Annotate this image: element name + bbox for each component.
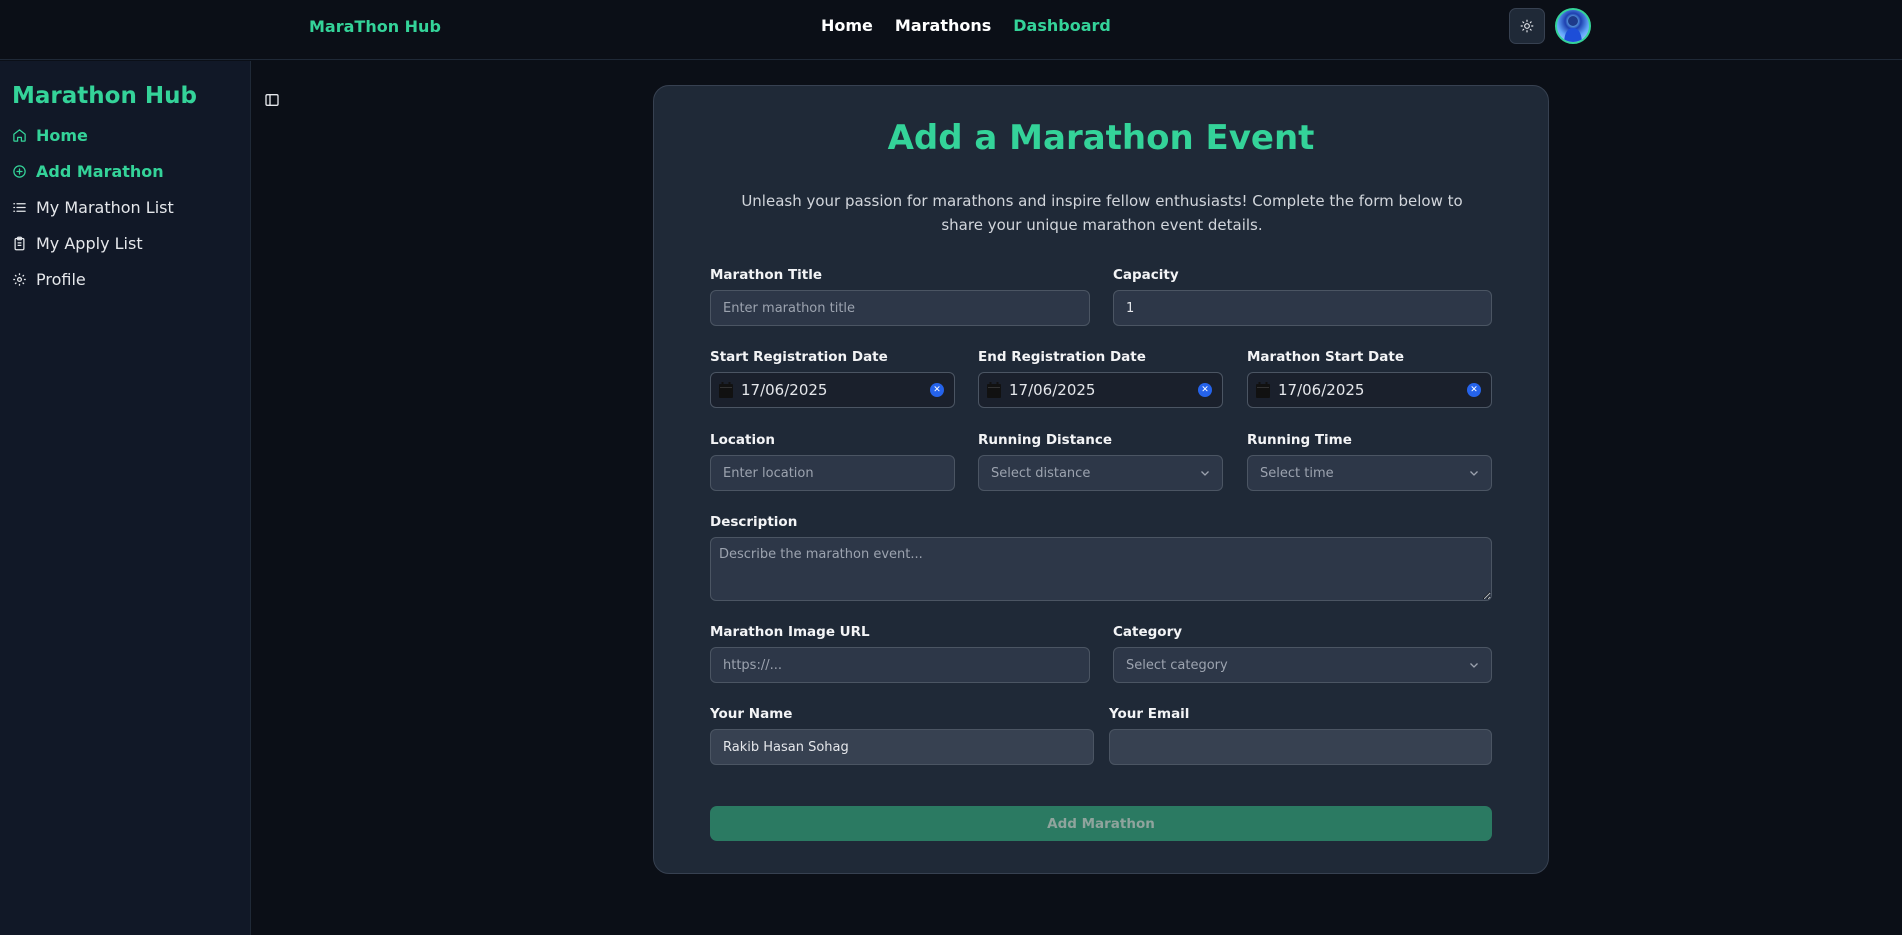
marathon-start-datepicker[interactable]: 17/06/2025 ✕ — [1247, 372, 1492, 408]
sidebar-item-my-marathon-list[interactable]: My Marathon List — [12, 198, 174, 217]
add-marathon-card: Add a Marathon Event Unleash your passio… — [653, 85, 1549, 874]
your-name-label: Your Name — [710, 706, 793, 722]
sun-icon — [1520, 19, 1534, 33]
list-icon — [13, 203, 26, 212]
end-registration-value: 17/06/2025 — [1009, 381, 1096, 399]
your-email-input[interactable] — [1109, 729, 1492, 765]
start-registration-value: 17/06/2025 — [741, 381, 828, 399]
running-distance-select[interactable]: Select distance — [978, 455, 1223, 491]
marathon-start-value: 17/06/2025 — [1278, 381, 1365, 399]
sidebar-item-add-marathon[interactable]: Add Marathon — [12, 162, 164, 181]
category-label: Category — [1113, 624, 1183, 640]
calendar-icon — [987, 382, 1001, 398]
your-name-input[interactable] — [710, 729, 1094, 765]
sidebar-item-label: Add Marathon — [36, 162, 164, 181]
sidebar-item-my-apply-list[interactable]: My Apply List — [12, 234, 143, 253]
running-time-select[interactable]: Select time — [1247, 455, 1492, 491]
avatar-figure-icon — [1564, 16, 1582, 42]
user-avatar[interactable] — [1555, 8, 1591, 44]
description-label: Description — [710, 514, 798, 530]
calendar-icon — [719, 382, 733, 398]
brand-logo[interactable]: MaraThon Hub — [309, 17, 441, 36]
home-icon — [13, 129, 26, 142]
sidebar-title: Marathon Hub — [12, 83, 197, 109]
nav-dashboard-link[interactable]: Dashboard — [1013, 16, 1111, 35]
page-subtitle: Unleash your passion for marathons and i… — [741, 192, 1463, 234]
description-textarea[interactable] — [710, 537, 1492, 601]
running-time-selected: Select time — [1260, 465, 1334, 481]
clear-date-icon[interactable]: ✕ — [1467, 383, 1481, 397]
calendar-icon — [1256, 382, 1270, 398]
start-registration-datepicker[interactable]: 17/06/2025 ✕ — [710, 372, 955, 408]
marathon-title-label: Marathon Title — [710, 267, 823, 283]
chevron-down-icon — [1470, 471, 1478, 476]
sidebar-item-profile[interactable]: Profile — [12, 270, 86, 289]
chevron-down-icon — [1201, 471, 1209, 476]
category-select[interactable]: Select category — [1113, 647, 1492, 683]
image-url-input[interactable] — [710, 647, 1090, 683]
clear-date-icon[interactable]: ✕ — [930, 383, 944, 397]
marathon-title-input[interactable] — [710, 290, 1090, 326]
clipboard-icon — [14, 236, 25, 251]
sidebar-item-home[interactable]: Home — [12, 126, 88, 145]
add-marathon-button[interactable]: Add Marathon — [710, 806, 1492, 841]
chevron-down-icon — [1470, 663, 1478, 668]
sidebar: Marathon Hub Home Add Marathon My Marath… — [0, 61, 251, 935]
end-registration-datepicker[interactable]: 17/06/2025 ✕ — [978, 372, 1223, 408]
sidebar-item-label: Home — [36, 126, 88, 145]
sidebar-item-label: My Marathon List — [36, 198, 174, 217]
plus-circle-icon — [13, 165, 26, 178]
nav-marathons-link[interactable]: Marathons — [895, 16, 991, 35]
top-navbar: MaraThon Hub Home Marathons Dashboard — [0, 0, 1902, 60]
page-title: Add a Marathon Event — [887, 118, 1315, 158]
your-email-label: Your Email — [1109, 706, 1190, 722]
capacity-label: Capacity — [1113, 267, 1179, 283]
sidebar-item-label: Profile — [36, 270, 86, 289]
capacity-input[interactable] — [1113, 290, 1492, 326]
start-registration-label: Start Registration Date — [710, 349, 888, 365]
theme-toggle-button[interactable] — [1509, 8, 1545, 44]
gear-icon — [13, 273, 26, 286]
running-distance-selected: Select distance — [991, 465, 1091, 481]
location-input[interactable] — [710, 455, 955, 491]
nav-home-link[interactable]: Home — [821, 16, 873, 35]
location-label: Location — [710, 432, 775, 448]
category-selected: Select category — [1126, 657, 1228, 673]
sidebar-toggle-icon[interactable] — [264, 92, 280, 108]
top-nav: Home Marathons Dashboard — [821, 16, 1111, 35]
end-registration-label: End Registration Date — [978, 349, 1146, 365]
sidebar-item-label: My Apply List — [36, 234, 143, 253]
marathon-start-label: Marathon Start Date — [1247, 349, 1404, 365]
running-distance-label: Running Distance — [978, 432, 1113, 448]
image-url-label: Marathon Image URL — [710, 624, 870, 640]
clear-date-icon[interactable]: ✕ — [1198, 383, 1212, 397]
running-time-label: Running Time — [1247, 432, 1352, 448]
